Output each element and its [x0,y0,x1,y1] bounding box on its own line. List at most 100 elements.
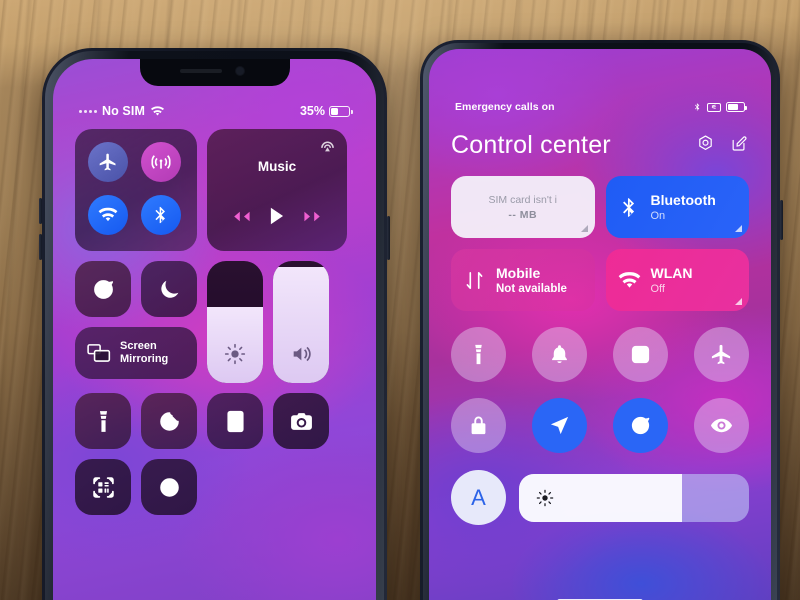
wifi-toggle[interactable] [88,194,128,235]
expand-corner-icon[interactable] [735,298,742,305]
wlan-state: Off [650,282,665,295]
wlan-title: WLAN [650,265,693,282]
quick-toggle-row-2 [451,398,749,453]
do-not-disturb-toggle[interactable] [141,261,197,317]
left-status-bar: No SIM 35% [53,101,376,121]
wlan-tile[interactable]: WLAN Off [605,249,749,311]
bluetooth-tile[interactable]: Bluetooth On [605,176,749,238]
airplane-mode-toggle[interactable] [88,142,128,182]
rotation-lock-icon [93,279,113,299]
cellular-data-toggle[interactable] [140,142,181,182]
reading-mode-toggle[interactable] [694,398,749,453]
screenshot-scissors-icon [631,345,650,364]
camera-button[interactable] [273,393,329,449]
flashlight-toggle[interactable] [75,393,131,449]
camera-icon [290,412,312,430]
bluetooth-toggle[interactable] [140,194,181,235]
screen-mirroring-icon [87,344,111,362]
calculator-button[interactable] [207,393,263,449]
quick-toggle-row-1 [451,327,749,382]
screen-mirroring-tile[interactable]: Screen Mirroring [75,327,197,379]
ringer-toggle[interactable] [532,327,587,382]
music-rewind-button[interactable] [230,209,251,229]
flashlight-toggle[interactable] [451,327,506,382]
connectivity-group [75,129,197,251]
sim-card-title: SIM card isn't i [488,193,558,206]
auto-brightness-button[interactable]: A [451,470,506,525]
front-camera [235,67,244,75]
right-phone-android: Emergency calls on ⚟ Control center SIM … [420,40,783,600]
right-phone-screen: Emergency calls on ⚟ Control center SIM … [429,49,771,600]
bluetooth-icon [154,206,165,223]
battery-percentage: 35% [299,104,325,118]
flashlight-icon [99,410,107,432]
emergency-calls-label: Emergency calls on [455,101,555,113]
settings-gear-button[interactable] [696,134,715,158]
left-control-center: Music Screen Mirroring [75,129,356,525]
location-toggle[interactable] [532,398,587,453]
data-transfer-icon [466,271,483,289]
brightness-slider[interactable] [519,473,749,522]
fast-forward-icon [304,211,320,221]
eye-icon [710,418,733,433]
screen-record-icon [159,477,179,497]
mobile-title: Mobile [496,265,541,282]
timer-icon [159,411,179,431]
edit-pencil-icon [732,135,747,151]
rotation-lock-toggle[interactable] [613,398,668,453]
right-status-bar: Emergency calls on ⚟ [429,99,771,115]
brightness-slider[interactable] [207,261,263,383]
bluetooth-icon [694,103,700,111]
mobile-data-tile[interactable]: Mobile Not available [451,249,595,311]
bell-icon [552,345,567,364]
brightness-icon [207,343,263,365]
left-phone-iphone: No SIM 35% Music Screen Mirroring [39,48,390,600]
qr-scanner-button[interactable] [75,459,131,515]
wifi-icon [618,271,640,288]
edit-button[interactable] [730,134,749,158]
music-forward-button[interactable] [303,209,324,229]
bluetooth-title: Bluetooth [650,192,716,209]
wifi-icon [98,207,118,221]
location-arrow-icon [550,416,569,435]
qr-code-icon [92,476,114,498]
rewind-icon [234,211,250,221]
expand-corner-icon[interactable] [735,225,742,232]
bluetooth-icon [622,197,634,217]
screenshot-button[interactable] [613,327,668,382]
page-title: Control center [451,131,611,159]
volume-down-button[interactable] [39,234,42,260]
right-control-center: Control center SIM card isn't i -- MB Bl… [451,131,749,525]
screen-record-button[interactable] [141,459,197,515]
signal-dots-icon [79,109,97,113]
carrier-label: No SIM [102,104,145,118]
music-play-button[interactable] [269,206,284,231]
volume-up-button[interactable] [39,198,42,224]
sim-card-tile[interactable]: SIM card isn't i -- MB [451,176,595,238]
wifi-icon [150,106,164,116]
airplane-mode-toggle[interactable] [694,327,749,382]
music-title: Music [257,159,297,174]
airplane-icon [711,344,731,365]
battery-icon [726,102,747,112]
brightness-icon [536,489,554,506]
lock-button[interactable] [451,398,506,453]
left-phone-screen: No SIM 35% Music Screen Mirroring [53,59,376,600]
rotation-lock-toggle[interactable] [75,261,131,317]
rotation-lock-icon [631,416,650,435]
earpiece-speaker [179,69,222,73]
screen-mirroring-label-line1: Screen [120,340,157,353]
volume-icon [273,343,329,365]
battery-icon [329,105,353,117]
screen-mirroring-label-line2: Mirroring [120,353,169,365]
music-widget[interactable]: Music [207,129,347,251]
timer-button[interactable] [141,393,197,449]
power-button[interactable] [780,200,783,240]
bluetooth-state: On [650,209,666,222]
volume-fill [273,267,329,383]
lock-icon [471,416,486,435]
expand-corner-icon[interactable] [580,225,588,232]
power-button[interactable] [387,216,390,260]
volume-slider[interactable] [273,261,329,383]
airplay-icon[interactable] [319,139,336,156]
